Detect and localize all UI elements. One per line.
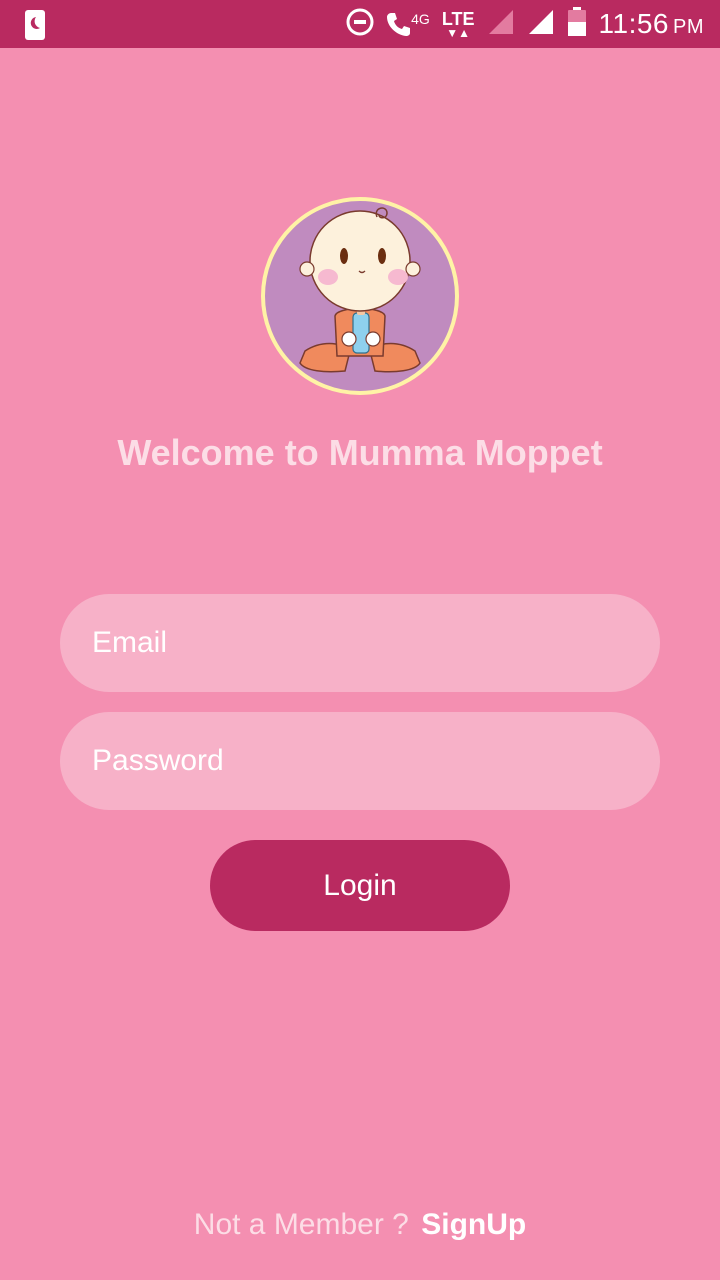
signal-strong-icon bbox=[527, 8, 555, 41]
network-type-label: 4G bbox=[411, 11, 430, 27]
welcome-title: Welcome to Mumma Moppet bbox=[117, 432, 603, 473]
status-bar: 4G LTE ▼▲ 11:56 PM bbox=[0, 0, 720, 48]
login-button[interactable]: Login bbox=[210, 840, 510, 931]
lte-data-icon: LTE ▼▲ bbox=[441, 8, 475, 40]
password-input[interactable] bbox=[92, 744, 660, 778]
lte-label: LTE bbox=[441, 8, 475, 29]
baby-logo-image bbox=[261, 197, 459, 395]
sim-moon-icon bbox=[24, 9, 46, 46]
volte-call-icon: 4G bbox=[386, 11, 430, 37]
clock-ampm: PM bbox=[673, 16, 704, 38]
email-field[interactable] bbox=[60, 594, 660, 692]
battery-icon bbox=[567, 6, 587, 42]
clock: 11:56 PM bbox=[599, 8, 705, 40]
not-member-text: Not a Member ? bbox=[193, 1208, 409, 1241]
password-field[interactable] bbox=[60, 712, 660, 810]
signal-weak-icon bbox=[487, 8, 515, 41]
signup-link[interactable]: SignUp bbox=[421, 1208, 526, 1241]
do-not-disturb-icon bbox=[346, 8, 374, 41]
email-input[interactable] bbox=[92, 626, 660, 660]
signup-prompt: Not a Member ? SignUp bbox=[0, 1208, 720, 1242]
clock-time: 11:56 bbox=[598, 8, 669, 39]
